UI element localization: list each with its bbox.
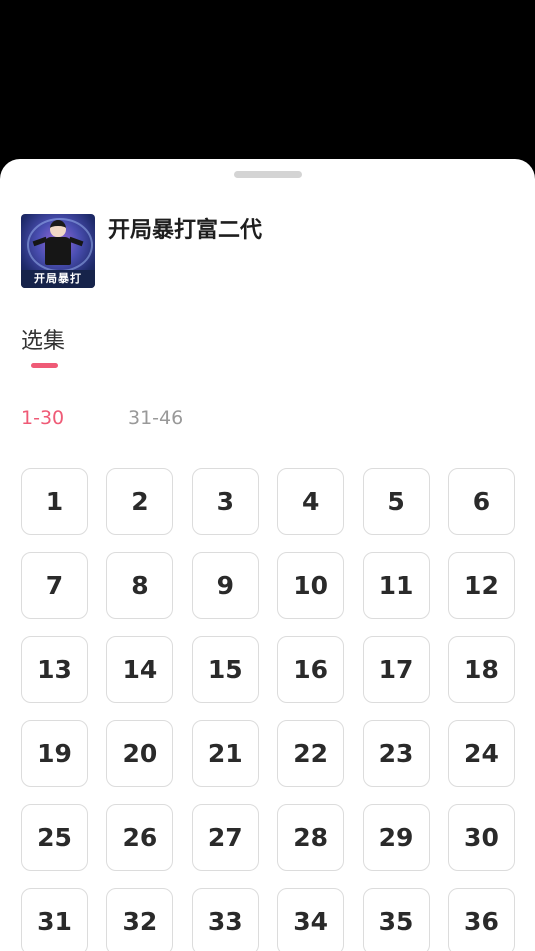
episode-button[interactable]: 30 (447, 804, 515, 871)
drag-handle[interactable] (234, 171, 302, 178)
episode-button[interactable]: 17 (362, 636, 430, 703)
cover-figure-body (45, 237, 71, 265)
episode-button[interactable]: 35 (362, 888, 430, 951)
episode-button[interactable]: 6 (447, 468, 515, 535)
episode-button[interactable]: 29 (362, 804, 430, 871)
range-tab-1-30[interactable]: 1-30 (21, 405, 64, 431)
episode-button[interactable]: 33 (191, 888, 259, 951)
range-tab-31-46[interactable]: 31-46 (128, 405, 183, 431)
episode-button[interactable]: 16 (277, 636, 345, 703)
episode-button[interactable]: 19 (21, 720, 88, 787)
episode-button[interactable]: 10 (277, 552, 345, 619)
episode-button[interactable]: 12 (447, 552, 515, 619)
cover-image: 开局暴打 (21, 214, 95, 288)
episode-button[interactable]: 23 (362, 720, 430, 787)
episode-button[interactable]: 28 (277, 804, 345, 871)
episode-button[interactable]: 2 (106, 468, 174, 535)
episode-button[interactable]: 15 (191, 636, 259, 703)
episode-button[interactable]: 13 (21, 636, 88, 703)
episode-button[interactable]: 27 (191, 804, 259, 871)
episode-button[interactable]: 4 (277, 468, 345, 535)
episode-sheet: 开局暴打 开局暴打富二代 选集 1-30 31-46 1 2 3 4 5 6 7… (0, 159, 535, 951)
episode-button[interactable]: 1 (21, 468, 88, 535)
tab-active-indicator (31, 363, 58, 368)
episode-button[interactable]: 11 (362, 552, 430, 619)
episode-button[interactable]: 20 (106, 720, 174, 787)
episode-button[interactable]: 34 (277, 888, 345, 951)
episode-button[interactable]: 5 (362, 468, 430, 535)
episode-button[interactable]: 25 (21, 804, 88, 871)
episode-button[interactable]: 32 (106, 888, 174, 951)
drama-title: 开局暴打富二代 (108, 218, 263, 243)
episode-button[interactable]: 31 (21, 888, 88, 951)
episode-button[interactable]: 36 (447, 888, 515, 951)
episode-button[interactable]: 18 (447, 636, 515, 703)
episode-grid: 1 2 3 4 5 6 7 8 9 10 11 12 13 14 15 16 1… (21, 468, 515, 951)
cover-title-text: 开局暴打 (21, 270, 95, 288)
episode-button[interactable]: 26 (106, 804, 174, 871)
episode-button[interactable]: 8 (106, 552, 174, 619)
episode-button[interactable]: 3 (191, 468, 259, 535)
cover-figure-head (50, 220, 66, 237)
episode-button[interactable]: 7 (21, 552, 88, 619)
episode-button[interactable]: 9 (191, 552, 259, 619)
episode-button[interactable]: 24 (447, 720, 515, 787)
episode-button[interactable]: 21 (191, 720, 259, 787)
tab-episodes[interactable]: 选集 (21, 328, 65, 356)
episode-button[interactable]: 14 (106, 636, 174, 703)
episode-button[interactable]: 22 (277, 720, 345, 787)
